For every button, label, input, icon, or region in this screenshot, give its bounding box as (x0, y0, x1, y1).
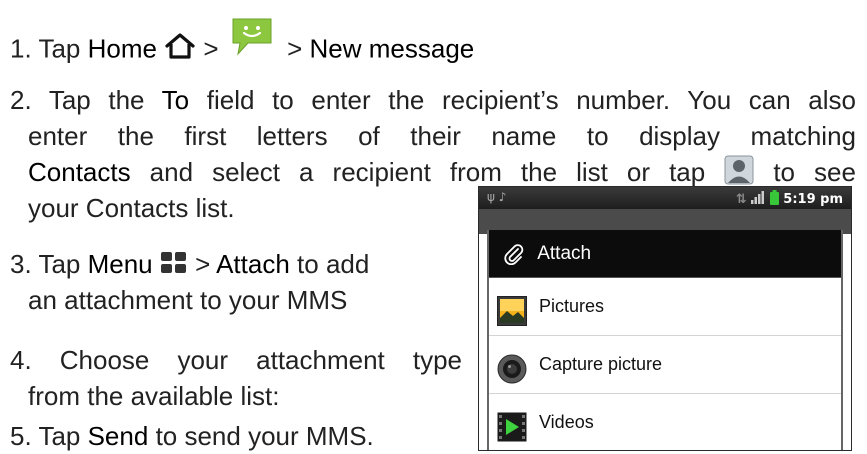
step-5: 5. Tap Send to send your MMS. (10, 421, 374, 451)
menu-item-label: Videos (539, 412, 594, 432)
step-4-line-1: 4. Choose your attachment type (10, 345, 462, 375)
step-2-line-4: your Contacts list. (28, 193, 235, 223)
step-2: 2. Tap the To field to enter the recipie… (10, 82, 856, 194)
step-4: 4. Choose your attachment type (10, 342, 462, 378)
status-bar: ψ ♪ ⇅ 5:19 pm (479, 187, 851, 209)
attach-label: Attach (216, 249, 290, 279)
menu-key-icon (160, 248, 188, 284)
messaging-app-icon (230, 16, 274, 69)
contacts-label: Contacts (28, 157, 131, 187)
signal-icon (751, 191, 770, 207)
step-2-line-2: enter the first letters of their name to… (28, 121, 856, 151)
menu-item-label: Pictures (539, 296, 605, 316)
status-right: ⇅ 5:19 pm (736, 190, 843, 207)
step-1: 1. Tap Home > > New message (10, 18, 475, 77)
attach-menu-title: Attach (489, 230, 841, 278)
step-3: 3. Tap Menu > Attach to add (10, 246, 369, 284)
usb-icon: ψ ♪ (487, 190, 507, 204)
phone-screenshot: ψ ♪ ⇅ 5:19 pm Attach Pictures Capture pi… (478, 186, 852, 451)
separator: > (203, 33, 219, 64)
menu-item-videos[interactable]: Videos (489, 394, 841, 450)
clock: 5:19 pm (783, 192, 843, 207)
step-1-text: 1. Tap (10, 33, 81, 64)
separator: > (287, 33, 303, 64)
data-transfer-icon: ⇅ (735, 192, 747, 207)
menu-item-label: Capture picture (539, 354, 663, 374)
new-message-label: New message (309, 33, 475, 64)
menu-item-pictures[interactable]: Pictures (489, 278, 841, 336)
camera-icon (497, 350, 527, 383)
home-icon (164, 32, 196, 69)
home-label: Home (87, 33, 157, 64)
step-4-line-2: from the available list: (28, 381, 280, 411)
send-label: Send (87, 421, 149, 451)
step-3-line-2: an attachment to your MMS (28, 285, 348, 315)
pictures-icon (497, 292, 527, 326)
separator: > (195, 249, 211, 279)
attach-menu: Attach Pictures Capture picture Videos (487, 230, 843, 450)
step-2-line-1: 2. Tap the To field to enter the recipie… (10, 85, 857, 115)
video-icon (497, 408, 527, 441)
menu-label: Menu (87, 249, 153, 279)
battery-icon (769, 190, 784, 207)
to-label: To (161, 85, 190, 115)
menu-item-capture-picture[interactable]: Capture picture (489, 336, 841, 394)
paperclip-icon (504, 244, 524, 266)
